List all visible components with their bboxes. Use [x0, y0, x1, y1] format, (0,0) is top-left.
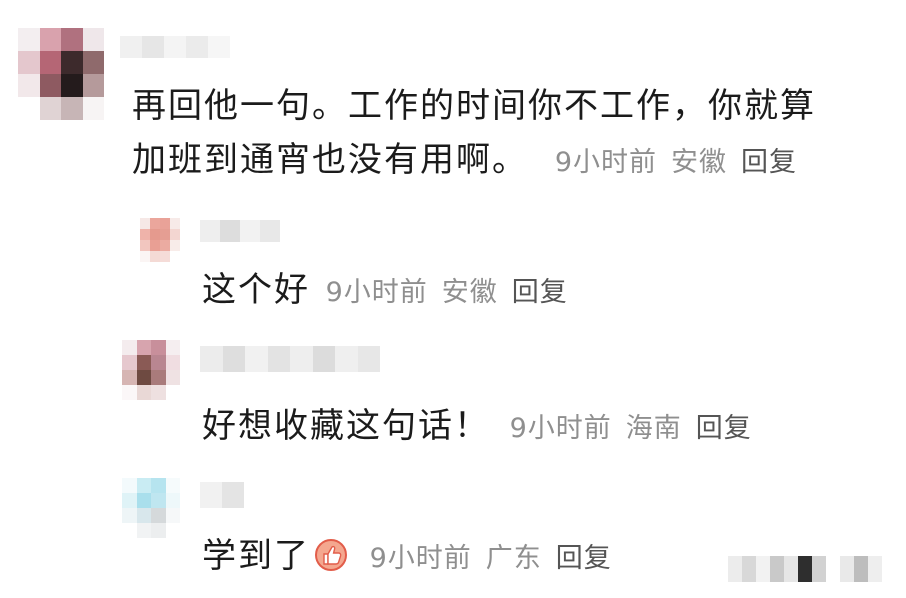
avatar-blurred[interactable]	[122, 340, 180, 400]
comment-text-line-1: 再回他一句。工作的时间你不工作，你就算	[132, 86, 816, 126]
comment-screen: { "comments": [ { "id": "main", "text_li…	[0, 0, 906, 598]
reply-button[interactable]: 回复	[512, 277, 568, 308]
reply-line: 这个好 9小时前 安徽 回复	[202, 270, 568, 313]
timestamp: 9小时前	[325, 277, 428, 308]
comment-meta: 9小时前 海南 回复	[490, 413, 752, 444]
comment-reply-2: 好想收藏这句话！ 9小时前 海南 回复	[0, 326, 906, 466]
avatar-blurred[interactable]	[122, 478, 180, 538]
reply-button[interactable]: 回复	[741, 147, 797, 178]
avatar-blurred[interactable]	[18, 28, 104, 120]
timestamp: 9小时前	[554, 147, 657, 178]
comment-text: 加班到通宵也没有用啊。	[132, 140, 528, 180]
location: 海南	[625, 413, 682, 444]
avatar-blurred[interactable]	[140, 218, 180, 262]
reply-line: 学到了 9小时前 广东 回复	[202, 536, 612, 579]
reply-line: 好想收藏这句话！ 9小时前 海南 回复	[202, 406, 752, 449]
username-blurred[interactable]	[120, 36, 230, 58]
thumbs-up-icon	[315, 539, 347, 571]
username-blurred[interactable]	[200, 346, 380, 372]
watermark-blurred	[728, 556, 882, 582]
timestamp: 9小时前	[509, 413, 612, 444]
comment-reply-1: 这个好 9小时前 安徽 回复	[0, 190, 906, 326]
comment-meta: 9小时前 安徽 回复	[541, 147, 797, 178]
comment-meta: 9小时前 安徽 回复	[310, 277, 568, 308]
comment-text: 学到了	[202, 536, 310, 576]
comment-text: 这个好	[202, 270, 310, 310]
timestamp: 9小时前	[369, 543, 472, 574]
location: 安徽	[671, 147, 727, 178]
comment-meta: 9小时前 广东 回复	[356, 543, 612, 574]
reply-button[interactable]: 回复	[556, 543, 612, 574]
reply-button[interactable]: 回复	[696, 413, 752, 444]
username-blurred[interactable]	[200, 220, 280, 242]
location: 安徽	[441, 277, 498, 308]
comment-text: 好想收藏这句话！	[202, 406, 490, 446]
location: 广东	[485, 543, 542, 574]
comment-main: 再回他一句。工作的时间你不工作，你就算 加班到通宵也没有用啊。 9小时前 安徽 回复	[0, 0, 906, 190]
comment-text-line-2: 加班到通宵也没有用啊。 9小时前 安徽 回复	[132, 140, 797, 183]
username-blurred[interactable]	[200, 482, 244, 508]
